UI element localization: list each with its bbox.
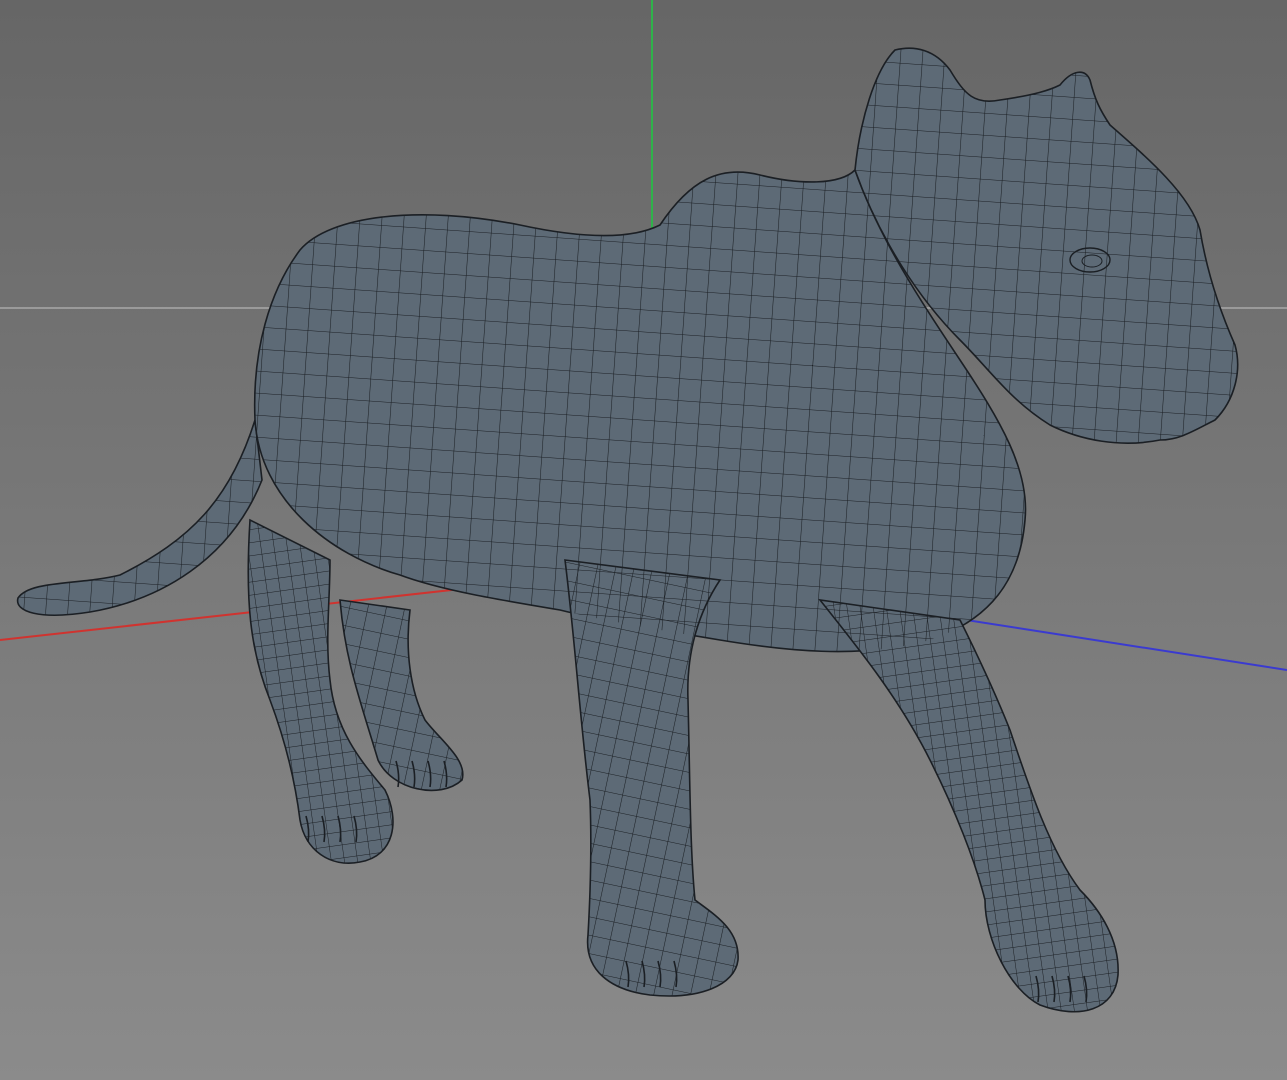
3d-viewport[interactable] xyxy=(0,0,1287,1080)
viewport-scene[interactable] xyxy=(0,0,1287,1080)
